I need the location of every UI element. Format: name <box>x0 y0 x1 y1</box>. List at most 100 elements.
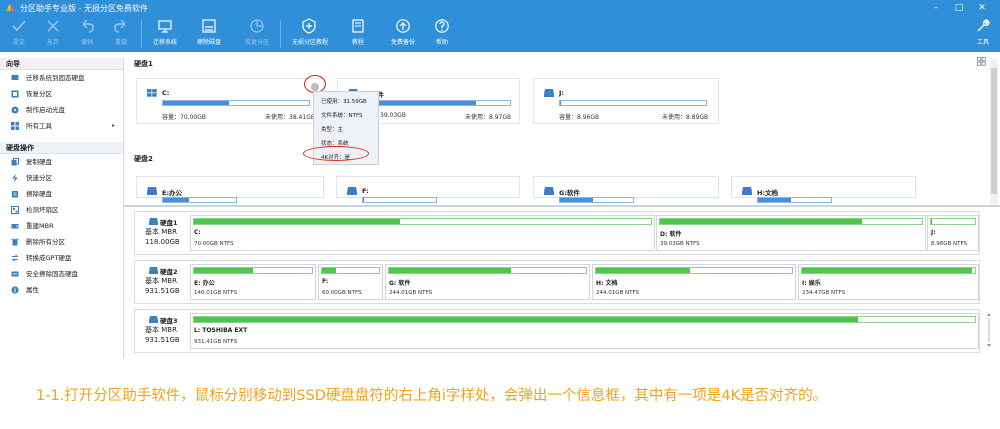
partition-usage-fill <box>194 268 253 273</box>
app-window: 分区助手专业版 - 无损分区免费软件 – □ ✕ 提交 放弃 撤销 重做 迁移系… <box>0 0 1000 429</box>
ssd-erase-icon <box>11 271 19 277</box>
partition-h[interactable]: H: 文档 244.01GB NTFS <box>592 264 796 300</box>
sidebar-item-bootable-media[interactable]: 制作启动光盘 <box>0 102 123 118</box>
free-space-text: 未使用：8.97GB <box>465 114 512 121</box>
properties-icon <box>11 286 19 294</box>
partition-size: 234.47GB NTFS <box>802 290 846 296</box>
bootable-media-icon <box>11 106 19 114</box>
toolbar-separator <box>141 20 142 48</box>
partition-recovery-icon <box>250 19 264 33</box>
volume-name: J: <box>559 89 565 97</box>
partition-name: G: 软件 <box>389 280 411 287</box>
submit-button[interactable]: 提交 <box>2 16 36 50</box>
partition-name: H: 文档 <box>596 280 618 287</box>
sidebar-item-recover-partition[interactable]: 恢复分区 <box>0 86 123 102</box>
sidebar-item-properties[interactable]: 属性 <box>0 282 123 298</box>
lossless-tutorial-button[interactable]: 无损分区教程 <box>292 16 328 50</box>
usage-bar <box>559 100 707 106</box>
redo-icon <box>114 19 126 33</box>
backup-icon <box>396 19 410 33</box>
sidebar-item-migrate-os[interactable]: 迁移系统到固态硬盘 <box>0 70 123 86</box>
undo-button[interactable]: 撤销 <box>70 16 104 50</box>
migrate-os-button[interactable]: 迁移系统 <box>148 16 182 50</box>
partition-name: J: <box>931 229 936 236</box>
disk-ops-section-title: 硬盘操作 <box>0 142 123 154</box>
partition-g[interactable]: G: 软件 244.01GB NTFS <box>385 264 590 300</box>
popup-used: 已使用：31.59GB <box>321 99 367 105</box>
volume-card-j[interactable]: J: 容量：8.96GB 未使用：8.89GB <box>533 78 719 124</box>
redo-button[interactable]: 重做 <box>104 16 138 50</box>
partition-j[interactable]: J: 8.96GB NTFS <box>927 215 979 251</box>
volume-name: H:文档 <box>757 189 779 197</box>
drive-icon <box>147 187 157 195</box>
volume-card-h[interactable]: H:文档 <box>731 176 916 203</box>
minimize-button[interactable]: – <box>929 2 943 14</box>
volume-card-f[interactable]: F: <box>336 176 520 203</box>
convert-gpt-icon <box>11 254 19 262</box>
free-space-text: 未使用：38.41GB <box>265 114 315 121</box>
disk-name: 硬盘3 <box>160 317 178 325</box>
partition-e[interactable]: E: 办公 140.01GB NTFS <box>190 264 316 300</box>
usage-bar-fill <box>364 101 477 105</box>
sidebar-item-copy-disk[interactable]: 复制硬盘 <box>0 154 123 170</box>
volume-name: G:软件 <box>559 189 580 197</box>
volume-name: C: <box>162 89 170 97</box>
app-logo-icon <box>6 4 14 11</box>
drive-icon <box>742 187 752 195</box>
tutorial-button[interactable]: 教程 <box>341 16 375 50</box>
partition-usage-bar <box>801 267 976 274</box>
partition-c[interactable]: C: 70.00GB NTFS <box>190 215 655 251</box>
diskmap-scroll-arrows[interactable] <box>986 312 992 348</box>
sidebar: 向导 迁移系统到固态硬盘 恢复分区 制作启动光盘 所有工具 ▸ 硬盘操作 复制硬… <box>0 58 124 358</box>
partition-recovery-button[interactable]: 恢复分区 <box>240 16 274 50</box>
disk-map-disk3[interactable]: 硬盘3 基本 MBR 931.51GB L: TOSHIBA EXT 931.4… <box>134 309 980 353</box>
toolbar: 提交 放弃 撤销 重做 迁移系统 擦除磁盘 恢复分区 无损分区教程 教程 免费备… <box>0 16 1000 52</box>
discard-button[interactable]: 放弃 <box>36 16 70 50</box>
partition-size: 244.01GB NTFS <box>389 290 433 296</box>
partition-name: E: 办公 <box>194 280 215 287</box>
sidebar-item-delete-all-partitions[interactable]: 删除所有分区 <box>0 234 123 250</box>
partition-usage-bar <box>193 267 313 274</box>
tools-button[interactable]: 工具 <box>966 16 1000 50</box>
wizard-section-title: 向导 <box>0 58 123 70</box>
usage-bar <box>757 197 832 203</box>
drive-icon <box>544 187 554 195</box>
volume-name: E:办公 <box>162 189 183 197</box>
partition-i[interactable]: I: 娱乐 234.47GB NTFS <box>798 264 979 300</box>
partition-usage-fill <box>389 268 512 273</box>
sidebar-item-convert-gpt[interactable]: 转换成GPT硬盘 <box>0 250 123 266</box>
wipe-disk-button[interactable]: 擦除磁盘 <box>192 16 226 50</box>
disk-info: 硬盘1 基本 MBR 118.00GB <box>135 212 189 254</box>
volume-card-c[interactable]: C: 容量：70.00GB 未使用：38.41GB <box>136 78 324 124</box>
sidebar-item-rebuild-mbr[interactable]: 重建MBR <box>0 218 123 234</box>
partition-d[interactable]: D: 软件 39.03GB NTFS <box>656 215 926 251</box>
migrate-icon <box>11 75 19 80</box>
sidebar-item-bad-sector[interactable]: 检测坏扇区 <box>0 202 123 218</box>
sidebar-item-quick-partition[interactable]: 快速分区 <box>0 170 123 186</box>
toolbar-separator <box>280 20 281 48</box>
pane-splitter[interactable] <box>124 205 1000 207</box>
sidebar-item-all-tools[interactable]: 所有工具 ▸ <box>0 118 123 134</box>
grid-view-icon[interactable] <box>977 57 986 66</box>
sidebar-item-wipe-disk[interactable]: 擦除硬盘 <box>0 186 123 202</box>
volume-card-e[interactable]: E:办公 <box>136 176 324 203</box>
partition-l[interactable]: L: TOSHIBA EXT 931.41GB NTFS <box>190 313 979 349</box>
copy-disk-icon <box>11 158 19 166</box>
disk-size: 931.51GB <box>145 287 180 295</box>
disk-name: 硬盘2 <box>160 268 178 276</box>
disk-map-disk2[interactable]: 硬盘2 基本 MBR 931.51GB E: 办公 140.01GB NTFS … <box>134 260 980 304</box>
close-button[interactable]: ✕ <box>975 2 989 14</box>
scrollbar-thumb[interactable] <box>991 68 997 194</box>
volume-card-g[interactable]: G:软件 <box>533 176 719 203</box>
maximize-button[interactable]: □ <box>952 2 966 14</box>
partition-f[interactable]: F: 60.00GB NTFS <box>318 264 383 300</box>
free-backup-button[interactable]: 免费备份 <box>386 16 420 50</box>
partition-name: I: 娱乐 <box>802 280 821 287</box>
disk-map-disk1[interactable]: 硬盘1 基本 MBR 118.00GB C: 70.00GB NTFS D: 软… <box>134 211 980 255</box>
partition-usage-bar <box>193 316 976 323</box>
help-button[interactable]: 帮助 <box>425 16 459 50</box>
sidebar-item-ssd-secure-erase[interactable]: 安全擦除固态硬盘 <box>0 266 123 282</box>
partition-usage-fill <box>802 268 972 273</box>
volume-scrollbar[interactable] <box>990 58 998 204</box>
wipe-icon <box>12 191 18 198</box>
